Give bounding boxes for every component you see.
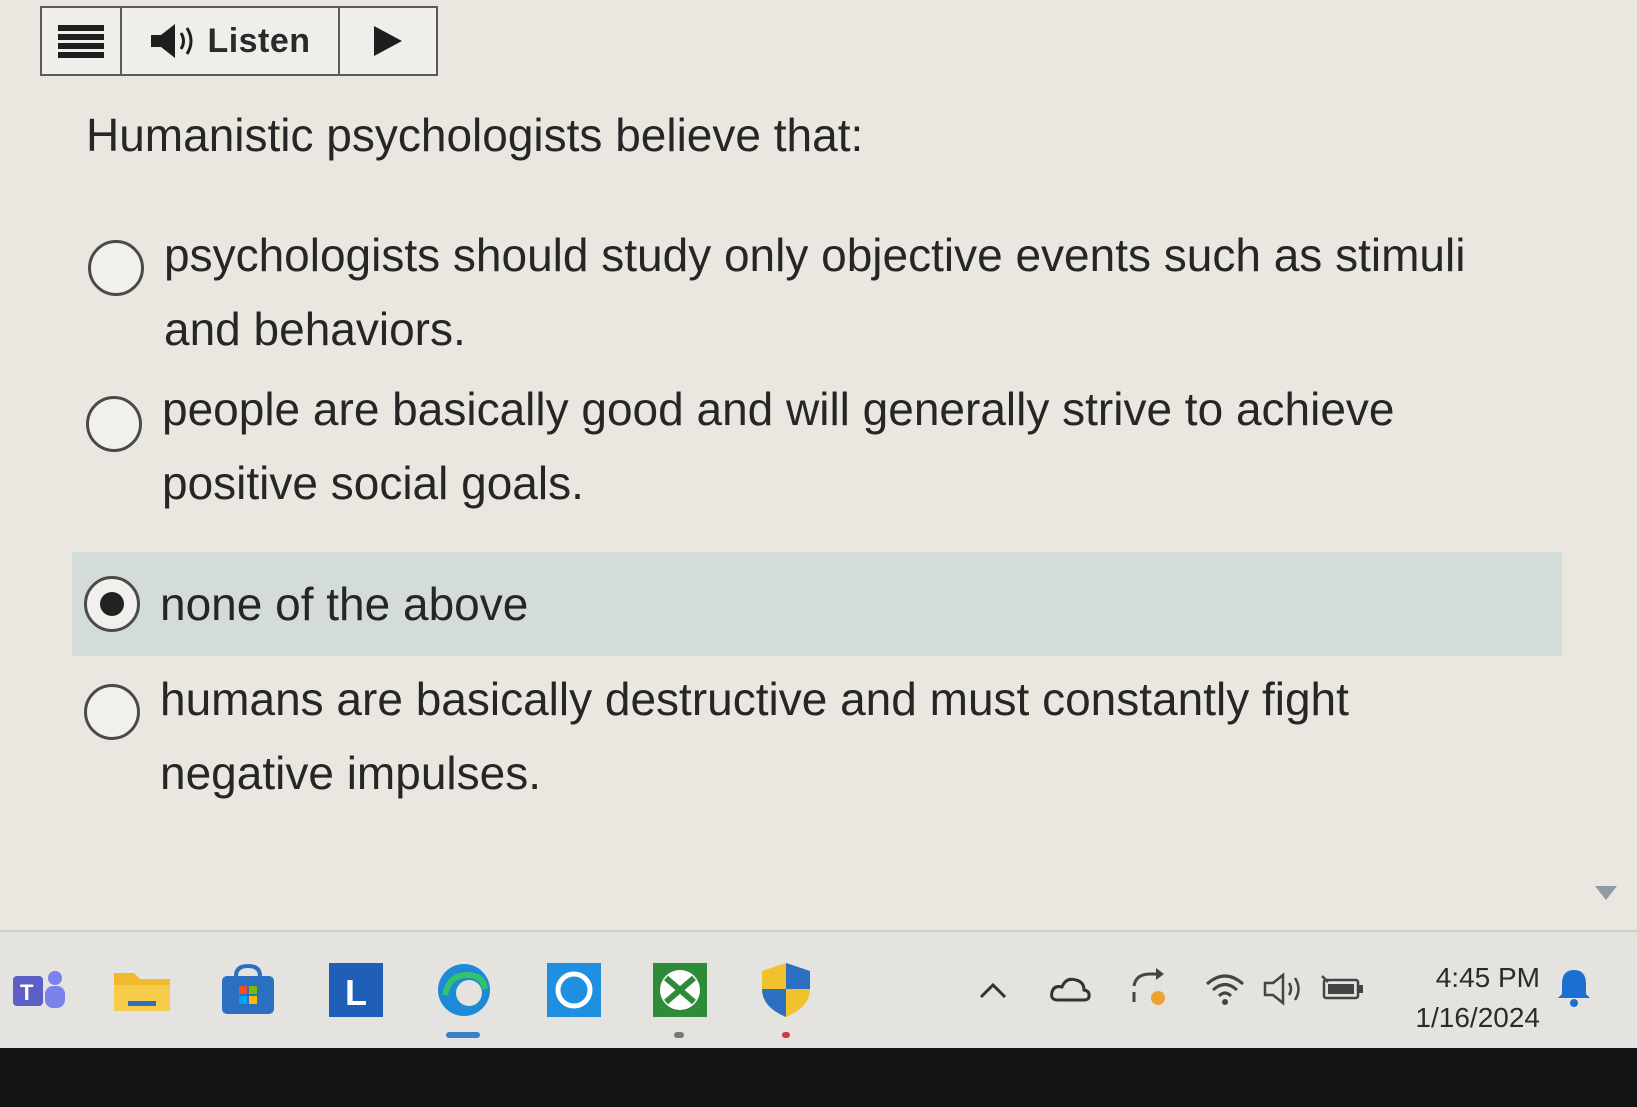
listen-label: Listen (207, 21, 311, 60)
edge-icon[interactable] (434, 960, 494, 1020)
chevron-up-icon[interactable] (978, 980, 1008, 1005)
xbox-icon[interactable] (650, 960, 710, 1020)
listen-button[interactable]: Listen (122, 8, 340, 74)
option-label: people are basically good and will gener… (162, 383, 1395, 509)
answer-option-selected[interactable]: none of the above (72, 552, 1562, 656)
l-app-icon[interactable]: L (326, 960, 386, 1020)
option-label: none of the above (160, 578, 529, 630)
wifi-icon[interactable] (1204, 972, 1246, 1011)
answer-option[interactable]: psychologists should study only objectiv… (72, 218, 1562, 366)
radio-dot (100, 592, 124, 616)
teams-icon[interactable]: T (10, 960, 70, 1020)
radio-button[interactable] (88, 240, 144, 296)
menu-button[interactable] (42, 8, 122, 74)
svg-text:L: L (345, 972, 367, 1013)
play-button[interactable] (340, 8, 436, 74)
question-text: Humanistic psychologists believe that: (86, 109, 864, 161)
answer-option[interactable]: humans are basically destructive and mus… (72, 662, 1562, 810)
answer-option[interactable]: people are basically good and will gener… (72, 372, 1562, 520)
volume-icon[interactable] (1262, 970, 1308, 1013)
play-icon (374, 26, 402, 56)
app-indicator (674, 1032, 684, 1038)
clock-date: 1/16/2024 (1415, 1002, 1540, 1033)
security-shield-icon[interactable] (756, 960, 816, 1020)
hamburger-menu-icon (58, 25, 104, 58)
file-explorer-icon[interactable] (112, 960, 172, 1020)
listen-toolbar: Listen (40, 6, 438, 76)
option-label: humans are basically destructive and mus… (160, 673, 1349, 799)
svg-text:T: T (20, 980, 34, 1005)
taskbar: T L 4:45 PM 1/16/2024 (0, 930, 1637, 1048)
clock-time: 4:45 PM (1435, 962, 1540, 993)
sync-icon[interactable] (1126, 966, 1170, 1015)
active-app-indicator (446, 1032, 480, 1038)
quiz-window: Listen Humanistic psychologists believe … (0, 0, 1637, 930)
radio-button[interactable] (86, 396, 142, 452)
system-clock[interactable]: 4:45 PM 1/16/2024 (1395, 958, 1540, 1038)
notification-bell-icon[interactable] (1556, 966, 1592, 1013)
scroll-down-arrow[interactable] (1595, 886, 1617, 900)
battery-icon[interactable] (1320, 972, 1366, 1009)
alert-indicator (782, 1032, 790, 1038)
microsoft-store-icon[interactable] (218, 960, 278, 1020)
speaker-icon (151, 24, 193, 58)
radio-button-selected[interactable] (84, 576, 140, 632)
onedrive-cloud-icon[interactable] (1048, 974, 1092, 1009)
radio-button[interactable] (84, 684, 140, 740)
cortana-icon[interactable] (544, 960, 604, 1020)
option-label: psychologists should study only objectiv… (164, 229, 1466, 355)
